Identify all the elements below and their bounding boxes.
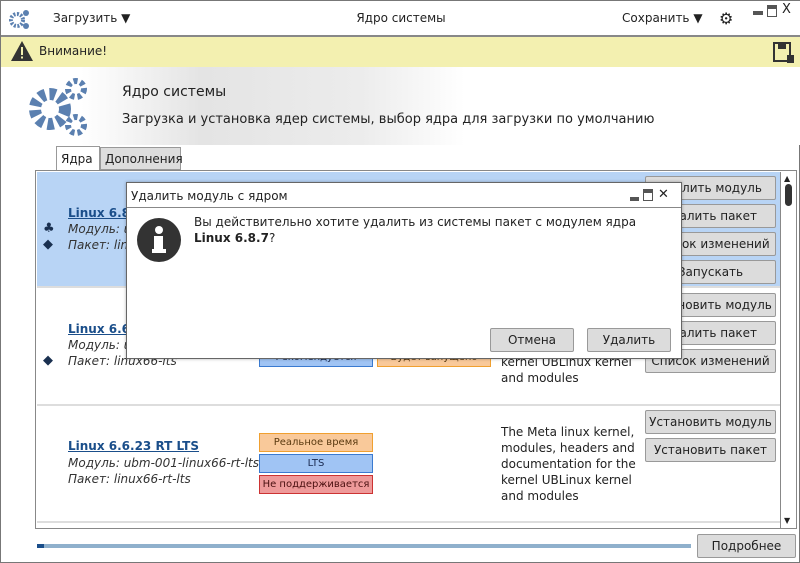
maximize-button[interactable] [643,189,653,201]
load-menu[interactable]: Загрузить ▼ [53,11,130,25]
gear-icon[interactable]: ⚙ [719,9,733,28]
kernel-package: Пакет: linux66-rt-lts [68,472,191,486]
header-subtitle: Загрузка и установка ядер системы, выбор… [122,112,655,127]
title-bar: Загрузить ▼ Ядро системы Сохранить ▼ ⚙ X [1,1,800,37]
dialog-message: Вы действительно хотите удалить из систе… [194,214,664,246]
kernel-module: Модуль: ubm-001-linux66-rt-lts [68,456,260,470]
minimize-button[interactable] [753,11,763,15]
header-banner: Ядро системы Загрузка и установка ядер с… [1,67,800,145]
package-icon: ◆ [43,353,53,368]
chevron-down-icon: ▼ [693,11,703,25]
kernel-package: Пакет: lin [68,238,129,252]
kernel-row[interactable]: Linux 6.6.23 RT LTS Модуль: ubm-001-linu… [37,407,780,523]
kernel-description: The Meta linux kernel, modules, headers … [501,425,636,503]
module-icon: ♣ [43,221,55,236]
maximize-button[interactable] [767,5,777,17]
load-label: Загрузить [53,11,118,25]
more-button[interactable]: Подробнее [697,534,796,558]
kernel-name[interactable]: Linux 6.6.23 RT LTS [68,439,199,453]
badge-realtime: Реальное время [259,433,373,452]
badge-lts: LTS [259,454,373,473]
header-title: Ядро системы [122,84,227,100]
dialog-title: Удалить модуль с ядром [131,189,288,203]
progress-bar [37,544,691,548]
kernel-module: Модуль: u [68,222,132,236]
warning-text: Внимание! [39,44,108,58]
cancel-button[interactable]: Отмена [490,328,574,352]
warning-bar: Внимание! [1,37,800,67]
message-kernel-name: Linux 6.8.7 [194,231,269,245]
app-gears-icon [9,10,29,29]
progress-fill [37,544,44,548]
minimize-button[interactable] [630,197,639,201]
save-label: Сохранить [622,11,690,25]
chevron-down-icon: ▼ [121,11,131,25]
scroll-up-icon[interactable]: ▲ [784,174,790,183]
badge-unsupported: Не поддерживается [259,475,373,494]
kernel-module: Модуль: u [68,338,132,352]
message-text: Вы действительно хотите удалить из систе… [194,215,637,229]
package-icon: ◆ [43,237,53,252]
save-lock-icon[interactable] [773,42,795,64]
delete-button[interactable]: Удалить [587,328,671,352]
message-end: ? [268,231,276,245]
kernel-name[interactable]: Linux 6.6. [68,322,135,336]
tab-kernels[interactable]: Ядра [56,146,100,171]
warning-icon [11,41,33,61]
save-menu[interactable]: Сохранить ▼ [622,11,703,25]
close-button[interactable]: X [782,2,791,17]
delete-dialog: Удалить модуль с ядром ✕ Вы действительн… [126,182,682,359]
close-button[interactable]: ✕ [658,187,669,202]
install-module-button[interactable]: Установить модуль [645,410,776,434]
info-icon [137,218,181,262]
kernel-name[interactable]: Linux 6.8. [68,206,135,220]
scroll-down-icon[interactable]: ▼ [784,516,790,525]
gears-icon [29,78,87,136]
install-package-button[interactable]: Установить пакет [645,438,776,462]
dialog-titlebar: Удалить модуль с ядром ✕ [127,183,681,208]
scroll-thumb[interactable] [785,184,792,206]
tab-extras[interactable]: Дополнения [100,147,183,170]
scrollbar[interactable]: ▲ ▼ [780,172,796,528]
